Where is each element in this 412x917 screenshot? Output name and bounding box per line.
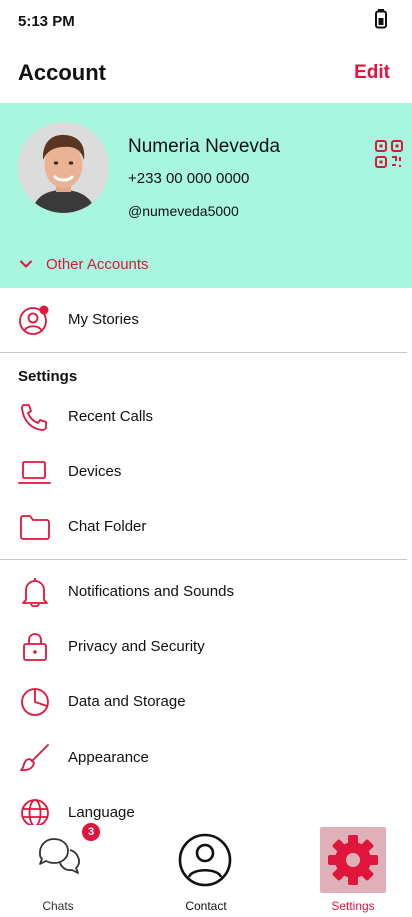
notifications-item[interactable]: Notifications and Sounds — [0, 569, 412, 615]
menu-item-label: Language — [68, 804, 135, 821]
tab-chats-label: Chats — [42, 899, 74, 913]
lock-icon — [23, 633, 47, 661]
brush-icon — [20, 744, 49, 772]
divider — [0, 559, 407, 560]
profile-card: Numeria Nevevda +233 00 000 0000 @numeve… — [0, 103, 412, 288]
tab-settings-label: Settings — [331, 899, 375, 913]
tab-contact-label: Contact — [185, 899, 227, 913]
menu-item-label: Data and Storage — [68, 693, 186, 710]
profile-name: Numeria Nevevda — [128, 136, 281, 157]
recent-calls-item[interactable]: Recent Calls — [0, 394, 412, 440]
menu-item-label: Notifications and Sounds — [68, 583, 234, 600]
appearance-item[interactable]: Appearance — [0, 735, 412, 781]
pie-chart-icon — [21, 688, 49, 716]
other-accounts-toggle[interactable]: Other Accounts — [18, 253, 149, 275]
phone-icon — [21, 404, 47, 431]
devices-item[interactable]: Devices — [0, 449, 412, 495]
tab-bar: 3 Chats Contact Settings — [0, 823, 412, 917]
page-title: Account — [18, 60, 106, 85]
qr-code-icon[interactable] — [374, 139, 404, 169]
user-icon — [178, 833, 232, 887]
chat-bubbles-icon — [39, 838, 80, 874]
avatar[interactable] — [18, 122, 109, 213]
gear-icon — [328, 835, 378, 885]
profile-phone: +233 00 000 0000 — [128, 170, 250, 187]
my-stories-label: My Stories — [68, 311, 139, 328]
status-bar: 5:13 PM — [0, 0, 412, 44]
tab-contact[interactable]: Contact — [156, 825, 256, 917]
bell-icon — [22, 578, 48, 607]
avatar-image — [18, 122, 109, 213]
unread-badge: 3 — [82, 823, 100, 841]
other-accounts-label: Other Accounts — [46, 255, 149, 273]
chevron-down-icon — [20, 260, 32, 268]
privacy-security-item[interactable]: Privacy and Security — [0, 624, 412, 670]
menu-item-label: Chat Folder — [68, 518, 147, 535]
tab-settings[interactable]: Settings — [303, 825, 403, 917]
menu-item-label: Recent Calls — [68, 408, 154, 425]
folder-icon — [20, 515, 50, 540]
header: Account Edit — [0, 58, 412, 94]
profile-handle: @numeveda5000 — [128, 203, 239, 219]
chat-folder-item[interactable]: Chat Folder — [0, 504, 412, 550]
globe-icon — [21, 799, 49, 827]
battery-icon — [375, 9, 387, 29]
my-stories-item[interactable]: My Stories — [0, 297, 412, 343]
edit-button[interactable]: Edit — [354, 62, 390, 84]
settings-section-title: Settings — [18, 368, 78, 385]
laptop-icon — [18, 461, 51, 484]
divider — [0, 352, 407, 353]
user-circle-icon — [19, 305, 49, 335]
status-time: 5:13 PM — [18, 13, 75, 30]
menu-item-label: Appearance — [68, 749, 149, 766]
tab-chats[interactable]: 3 Chats — [8, 823, 108, 917]
menu-item-label: Privacy and Security — [68, 638, 205, 655]
menu-item-label: Devices — [68, 463, 122, 480]
data-storage-item[interactable]: Data and Storage — [0, 679, 412, 725]
